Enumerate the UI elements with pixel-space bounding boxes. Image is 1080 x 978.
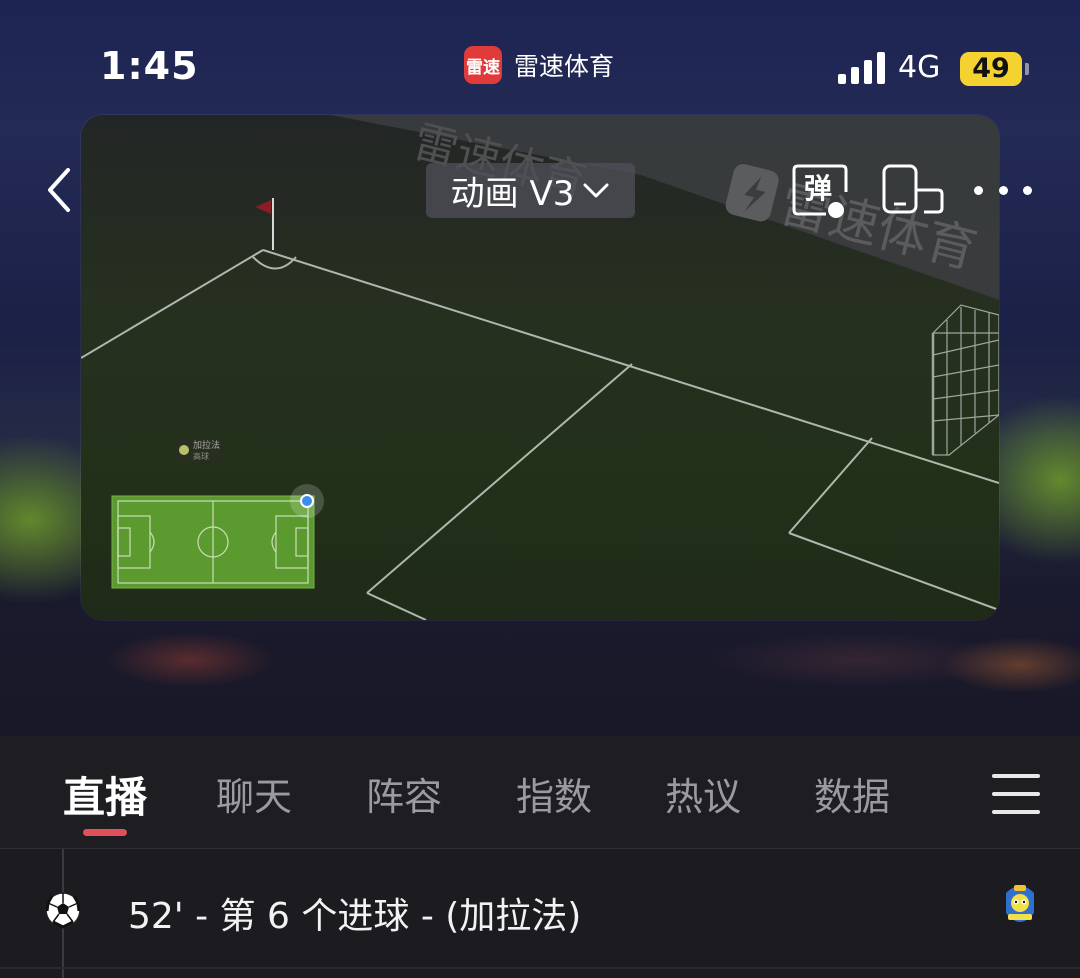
active-tab-indicator [83,829,127,836]
danmu-icon: 弹 [792,164,848,218]
team-logo-icon [1000,883,1040,931]
more-dot-icon [1023,185,1032,195]
signal-icon [838,52,886,84]
more-dot-icon [974,185,983,195]
animation-mode-dropdown[interactable]: 动画 V3 [426,163,635,218]
app-logo-icon: 雷速 [464,46,502,84]
tab-lineup[interactable]: 阵容 [366,766,442,821]
battery-tip [1025,63,1029,75]
battery-icon: 49 [960,52,1022,86]
row-divider [0,967,1080,969]
event-description: 52' - 第 6 个进球 - (加拉法) [128,896,582,937]
app-name: 雷速体育 [514,52,615,81]
animation-mode-label: 动画 V3 [450,174,575,214]
tab-discussion[interactable]: 热议 [665,766,741,821]
tab-odds[interactable]: 指数 [516,766,592,821]
more-options-button[interactable] [974,170,1032,210]
tab-live[interactable]: 直播 [63,764,147,825]
chevron-left-icon [48,168,70,212]
status-time: 1:45 [100,44,199,88]
team-marker-sublabel: 高球 [193,451,209,461]
network-type: 4G [898,50,941,85]
menu-button[interactable] [992,774,1040,814]
back-button[interactable] [36,160,84,220]
status-app-indicator: 雷速 雷速体育 [464,46,614,84]
minimap[interactable] [111,484,324,589]
rotate-screen-icon [882,164,944,214]
rotate-screen-button[interactable] [880,162,948,222]
more-dot-icon [998,185,1008,195]
tab-bar: 直播 聊天 阵容 指数 热议 数据 [0,736,1080,849]
danmu-label: 弹 [804,172,832,205]
goal-net-icon [931,304,999,456]
team-marker: 加拉法 高球 [175,438,221,462]
corner-flag-icon [255,200,271,214]
danmu-toggle-button[interactable]: 弹 [792,162,852,222]
event-timeline: 52' - 第 6 个进球 - (加拉法) [0,849,1080,978]
tab-stats[interactable]: 数据 [814,766,890,821]
chevron-down-icon [583,183,609,197]
tab-chat[interactable]: 聊天 [216,766,292,821]
soccer-ball-icon [44,891,82,929]
status-bar: 1:45 雷速 雷速体育 4G 49 [0,0,1080,110]
team-marker-label: 加拉法 [193,439,220,451]
ball-position-icon [300,494,314,508]
